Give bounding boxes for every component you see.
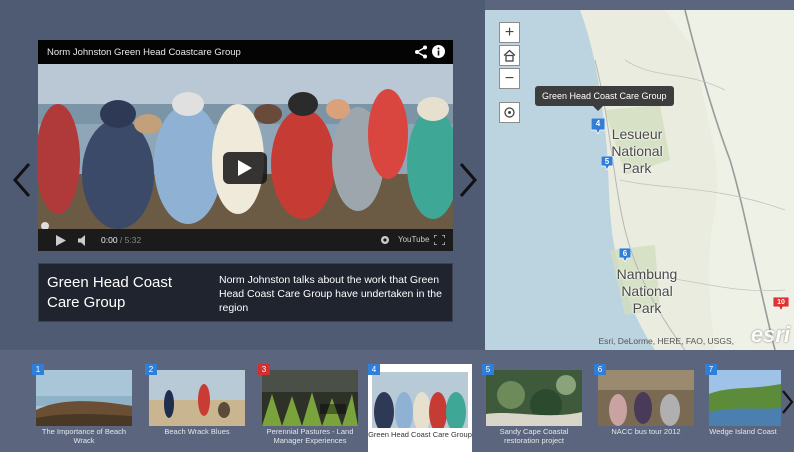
- video-player[interactable]: Norm Johnston Green Head Coastcare Group…: [38, 40, 453, 251]
- carousel-item[interactable]: 1 The Importance of Beach Wrack: [32, 364, 134, 446]
- map-view[interactable]: + − Green Head Coast Care Group 4 5 6 10…: [485, 10, 794, 350]
- thumbnail-image: [709, 370, 781, 426]
- map-label-lesueur: Lesueur National Park: [611, 126, 663, 176]
- next-button[interactable]: [455, 160, 481, 200]
- thumbnail-number: 3: [258, 364, 270, 375]
- video-title-bar: Norm Johnston Green Head Coastcare Group: [38, 40, 453, 64]
- total-time: / 5:32: [119, 235, 142, 245]
- thumbnail-label: Beach Wrack Blues: [164, 427, 230, 436]
- thumbnail-image: [486, 370, 582, 426]
- map-label-nambung: Nambung National Park: [616, 266, 678, 316]
- thumbnail-label: Sandy Cape Coastal restoration project: [499, 427, 569, 445]
- map-tooltip: Green Head Coast Care Group: [535, 86, 674, 111]
- esri-logo: esri: [750, 322, 790, 347]
- caption-title: Green Head Coast Care Group: [47, 274, 173, 311]
- share-icon[interactable]: [414, 45, 428, 59]
- video-frame: [38, 64, 453, 229]
- story-map-app: Norm Johnston Green Head Coastcare Group…: [0, 0, 794, 452]
- thumbnail-label: Wedge Island Coast: [709, 427, 777, 436]
- map-pin[interactable]: 10: [772, 296, 790, 312]
- video-title[interactable]: Norm Johnston Green Head Coastcare Group: [47, 47, 241, 58]
- thumbnail-image: [262, 370, 358, 426]
- thumbnail-label: The Importance of Beach Wrack: [41, 427, 127, 445]
- play-button[interactable]: [223, 152, 267, 184]
- carousel-item-active[interactable]: 4 Green Head Coast Care Group: [368, 364, 472, 452]
- thumbnail-number: 4: [368, 364, 380, 375]
- thumbnail-image: [36, 370, 132, 426]
- caption-box: Green Head Coast Care Group Norm Johnsto…: [38, 263, 453, 322]
- volume-icon[interactable]: [78, 235, 92, 246]
- map-attribution: Esri, DeLorme, HERE, FAO, USGS,: [598, 336, 734, 346]
- thumbnail-label: Perennial Pastures - Land Manager Experi…: [266, 427, 354, 445]
- locate-button[interactable]: [499, 102, 520, 123]
- home-button[interactable]: [499, 45, 520, 66]
- thumbnail-number: 2: [145, 364, 157, 375]
- carousel-item[interactable]: 7 Wedge Island Coast: [705, 364, 781, 446]
- thumbnail-image: [372, 372, 468, 428]
- play-small-icon[interactable]: [56, 235, 66, 246]
- thumbnail-label: NACC bus tour 2012: [611, 427, 681, 436]
- minus-icon: −: [504, 69, 515, 87]
- thumbnail-number: 7: [705, 364, 717, 375]
- time-display: 0:00 / 5:32: [101, 235, 141, 245]
- current-time: 0:00: [101, 235, 118, 245]
- carousel-item[interactable]: 2 Beach Wrack Blues: [145, 364, 247, 446]
- zoom-out-button[interactable]: −: [499, 68, 520, 89]
- youtube-logo[interactable]: YouTube: [398, 235, 429, 244]
- chevron-left-icon: [13, 163, 31, 197]
- carousel-item[interactable]: 6 NACC bus tour 2012: [594, 364, 696, 446]
- thumbnail-number: 1: [32, 364, 44, 375]
- locate-icon: [504, 107, 515, 118]
- play-icon: [238, 160, 252, 176]
- map-pin[interactable]: 6: [618, 247, 632, 263]
- carousel-item[interactable]: 3 Perennial Pastures - Land Manager Expe…: [258, 364, 360, 446]
- carousel-item[interactable]: 5 Sandy Cape Coastal restoration project: [482, 364, 584, 446]
- info-icon[interactable]: [432, 45, 445, 58]
- thumbnail-image: [598, 370, 694, 426]
- thumbnail-number: 6: [594, 364, 606, 375]
- caption-description: Norm Johnston talks about the work that …: [219, 274, 442, 314]
- thumbnail-number: 5: [482, 364, 494, 375]
- carousel-next-icon[interactable]: [781, 389, 794, 415]
- fullscreen-icon[interactable]: [434, 235, 445, 245]
- settings-icon[interactable]: [380, 235, 390, 245]
- thumbnail-image: [149, 370, 245, 426]
- plus-icon: +: [504, 23, 515, 41]
- thumbnail-label: Green Head Coast Care Group: [368, 430, 472, 439]
- home-icon: [503, 49, 516, 62]
- zoom-in-button[interactable]: +: [499, 22, 520, 43]
- media-panel: Norm Johnston Green Head Coastcare Group…: [0, 0, 485, 350]
- previous-button[interactable]: [9, 160, 35, 200]
- chevron-right-icon: [459, 163, 477, 197]
- thumbnail-carousel: 1 The Importance of Beach Wrack 2 Beach …: [0, 350, 794, 452]
- video-controls: 0:00 / 5:32 YouTube: [38, 229, 453, 251]
